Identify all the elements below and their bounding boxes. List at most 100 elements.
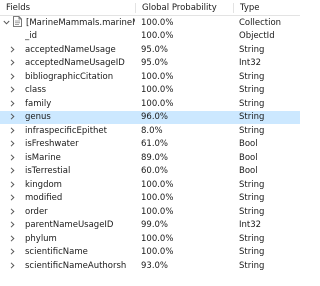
header-global-probability[interactable]: Global Probability <box>135 2 233 13</box>
field-name: isFreshwater <box>25 139 79 150</box>
field-probability: 96.0% <box>141 112 169 123</box>
field-probability: 99.0% <box>141 220 169 231</box>
table-row[interactable]: order 100.0% String <box>0 205 300 219</box>
field-type: String <box>239 85 265 96</box>
tree-row-root[interactable]: [MarineMammals.marineM 100.0% Collection <box>0 15 300 30</box>
table-row[interactable]: scientificNameAuthorsh 93.0% String <box>0 259 300 273</box>
chevron-right-icon[interactable] <box>9 166 16 176</box>
field-name: acceptedNameUsage <box>25 44 116 55</box>
chevron-right-icon[interactable] <box>9 45 16 55</box>
field-name: isTerrestial <box>25 166 71 177</box>
table-row[interactable]: isFreshwater 61.0% Bool <box>0 138 300 152</box>
field-cell: _id <box>0 31 135 41</box>
header-type[interactable]: Type <box>233 2 300 13</box>
field-probability: 93.0% <box>141 260 169 271</box>
field-probability: 100.0% <box>141 98 174 109</box>
field-type: String <box>239 179 265 190</box>
chevron-right-icon[interactable] <box>9 139 16 149</box>
field-cell: scientificName <box>0 247 135 257</box>
document-icon <box>13 15 22 30</box>
chevron-right-icon[interactable] <box>9 247 16 257</box>
field-probability: 100.0% <box>141 85 174 96</box>
field-rows: _id 100.0% ObjectId acceptedNameUsage 95.0% S… <box>0 30 300 273</box>
field-probability: 95.0% <box>141 44 169 55</box>
chevron-right-icon[interactable] <box>9 153 16 163</box>
field-name: phylum <box>25 233 57 244</box>
field-probability: 100.0% <box>141 206 174 217</box>
field-type: Int32 <box>239 220 262 231</box>
chevron-right-icon[interactable] <box>9 261 16 271</box>
chevron-down-icon[interactable] <box>3 18 10 28</box>
chevron-right-icon[interactable] <box>9 85 16 95</box>
chevron-right-icon[interactable] <box>9 58 16 68</box>
table-row[interactable]: genus 96.0% String <box>0 110 300 124</box>
field-cell: isTerrestial <box>0 166 135 176</box>
table-row[interactable]: family 100.0% String <box>0 97 300 111</box>
chevron-right-icon[interactable] <box>9 126 16 136</box>
table-row[interactable]: phylum 100.0% String <box>0 232 300 246</box>
field-probability: 100.0% <box>141 193 174 204</box>
chevron-right-icon[interactable] <box>9 112 16 122</box>
field-type: Bool <box>239 152 258 163</box>
table-row[interactable]: isMarine 89.0% Bool <box>0 151 300 165</box>
field-probability: 100.0% <box>141 179 174 190</box>
field-type: String <box>239 125 265 136</box>
field-cell: genus <box>0 112 135 122</box>
chevron-right-icon[interactable] <box>9 207 16 217</box>
chevron-right-icon[interactable] <box>9 234 16 244</box>
field-name: _id <box>25 31 38 42</box>
field-name: kingdom <box>25 179 62 190</box>
chevron-right-icon[interactable] <box>9 220 16 230</box>
table-row[interactable]: infraspecificEpithet 8.0% String <box>0 124 300 138</box>
field-type: String <box>239 233 265 244</box>
field-name: modified <box>25 193 63 204</box>
field-type: Int32 <box>239 58 262 69</box>
field-cell: parentNameUsageID <box>0 220 135 230</box>
table-row[interactable]: acceptedNameUsage 95.0% String <box>0 43 300 57</box>
field-name: parentNameUsageID <box>25 220 114 231</box>
field-cell: isFreshwater <box>0 139 135 149</box>
table-row[interactable]: kingdom 100.0% String <box>0 178 300 192</box>
field-type: String <box>239 71 265 82</box>
field-name: class <box>25 85 47 96</box>
field-cell: phylum <box>0 234 135 244</box>
table-row[interactable]: isTerrestial 60.0% Bool <box>0 165 300 179</box>
field-probability: 61.0% <box>141 139 169 150</box>
table-row[interactable]: acceptedNameUsageID 95.0% Int32 <box>0 57 300 71</box>
schema-tree-panel: Fields Global Probability Type [MarineMa… <box>0 0 300 286</box>
root-collection-name: [MarineMammals.marineM <box>26 17 135 28</box>
field-probability: 100.0% <box>141 71 174 82</box>
field-name: bibliographicCitation <box>25 71 114 82</box>
field-name: isMarine <box>25 152 61 163</box>
field-type: ObjectId <box>239 31 275 42</box>
field-probability: 89.0% <box>141 152 169 163</box>
chevron-right-icon[interactable] <box>9 180 16 190</box>
header-fields[interactable]: Fields <box>0 3 135 13</box>
field-name: family <box>25 98 52 109</box>
field-type: String <box>239 112 265 123</box>
field-probability: 60.0% <box>141 166 169 177</box>
chevron-right-icon[interactable] <box>9 193 16 203</box>
table-row[interactable]: _id 100.0% ObjectId <box>0 30 300 44</box>
field-cell: family <box>0 99 135 109</box>
field-cell: order <box>0 207 135 217</box>
field-cell: class <box>0 85 135 95</box>
field-name: order <box>25 206 48 217</box>
field-probability: 8.0% <box>141 125 163 136</box>
field-type: Bool <box>239 139 258 150</box>
field-type: String <box>239 98 265 109</box>
table-row[interactable]: class 100.0% String <box>0 84 300 98</box>
field-name: genus <box>25 112 51 123</box>
field-cell: infraspecificEpithet <box>0 126 135 136</box>
chevron-right-icon[interactable] <box>9 72 16 82</box>
root-type: Collection <box>239 17 282 28</box>
table-row[interactable]: modified 100.0% String <box>0 192 300 206</box>
table-row[interactable]: scientificName 100.0% String <box>0 246 300 260</box>
table-row[interactable]: parentNameUsageID 99.0% Int32 <box>0 219 300 233</box>
field-type: Bool <box>239 166 258 177</box>
field-type: String <box>239 206 265 217</box>
table-row[interactable]: bibliographicCitation 100.0% String <box>0 70 300 84</box>
field-name: scientificNameAuthorsh <box>25 260 127 271</box>
field-name: acceptedNameUsageID <box>25 58 125 69</box>
chevron-right-icon[interactable] <box>9 99 16 109</box>
